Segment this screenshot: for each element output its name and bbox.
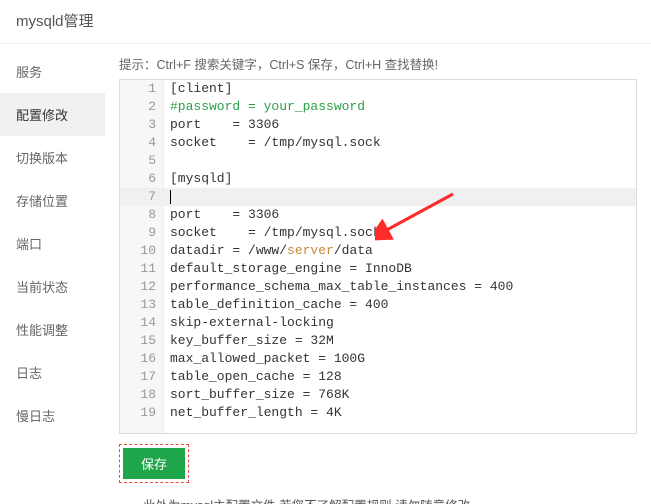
line-number: 16 [120, 350, 164, 368]
line-code: max_allowed_packet = 100G [164, 350, 365, 368]
line-number: 9 [120, 224, 164, 242]
line-code: port = 3306 [164, 206, 279, 224]
sidebar-item-5[interactable]: 当前状态 [0, 265, 105, 308]
editor-line[interactable]: 2#password = your_password [120, 98, 636, 116]
editor-line[interactable]: 13table_definition_cache = 400 [120, 296, 636, 314]
main-area: 提示：Ctrl+F 搜索关键字，Ctrl+S 保存，Ctrl+H 查找替换! 1… [105, 44, 651, 504]
editor-line[interactable]: 3port = 3306 [120, 116, 636, 134]
line-code: socket = /tmp/mysql.sock [164, 224, 381, 242]
line-number: 12 [120, 278, 164, 296]
line-code: port = 3306 [164, 116, 279, 134]
config-editor[interactable]: 1[client]2#password = your_password3port… [119, 79, 637, 434]
line-code: performance_schema_max_table_instances =… [164, 278, 513, 296]
line-code: skip-external-locking [164, 314, 334, 332]
line-number: 19 [120, 404, 164, 422]
editor-lines: 1[client]2#password = your_password3port… [120, 80, 636, 422]
editor-line[interactable]: 15key_buffer_size = 32M [120, 332, 636, 350]
editor-line[interactable]: 12performance_schema_max_table_instances… [120, 278, 636, 296]
editor-line[interactable]: 14skip-external-locking [120, 314, 636, 332]
line-code: table_definition_cache = 400 [164, 296, 388, 314]
line-number: 8 [120, 206, 164, 224]
panel-body: 服务配置修改切换版本存储位置端口当前状态性能调整日志慢日志 提示：Ctrl+F … [0, 44, 651, 504]
line-number: 2 [120, 98, 164, 116]
sidebar-item-0[interactable]: 服务 [0, 50, 105, 93]
line-number: 6 [120, 170, 164, 188]
line-code: table_open_cache = 128 [164, 368, 342, 386]
editor-line[interactable]: 10datadir = /www/server/data [120, 242, 636, 260]
line-number: 1 [120, 80, 164, 98]
sidebar-item-1[interactable]: 配置修改 [0, 93, 105, 136]
line-number: 17 [120, 368, 164, 386]
editor-line[interactable]: 9socket = /tmp/mysql.sock [120, 224, 636, 242]
line-code: [client] [164, 80, 232, 98]
line-number: 10 [120, 242, 164, 260]
line-code: datadir = /www/server/data [164, 242, 373, 260]
line-number: 15 [120, 332, 164, 350]
editor-line[interactable]: 4socket = /tmp/mysql.sock [120, 134, 636, 152]
line-code: socket = /tmp/mysql.sock [164, 134, 381, 152]
editor-line[interactable]: 19net_buffer_length = 4K [120, 404, 636, 422]
editor-line[interactable]: 6[mysqld] [120, 170, 636, 188]
sidebar: 服务配置修改切换版本存储位置端口当前状态性能调整日志慢日志 [0, 44, 105, 504]
editor-line[interactable]: 7 [120, 188, 636, 206]
mysqld-panel: mysqld管理 服务配置修改切换版本存储位置端口当前状态性能调整日志慢日志 提… [0, 0, 651, 502]
note-text: 此处为mysql主配置文件,若您不了解配置规则,请勿随意修改。 [143, 495, 637, 504]
line-code: sort_buffer_size = 768K [164, 386, 349, 404]
line-number: 13 [120, 296, 164, 314]
line-number: 3 [120, 116, 164, 134]
sidebar-item-2[interactable]: 切换版本 [0, 136, 105, 179]
line-number: 18 [120, 386, 164, 404]
sidebar-item-4[interactable]: 端口 [0, 222, 105, 265]
line-code: [mysqld] [164, 170, 232, 188]
line-number: 4 [120, 134, 164, 152]
line-number: 5 [120, 152, 164, 170]
editor-line[interactable]: 5 [120, 152, 636, 170]
editor-line[interactable]: 8port = 3306 [120, 206, 636, 224]
line-number: 7 [120, 188, 164, 206]
editor-line[interactable]: 11default_storage_engine = InnoDB [120, 260, 636, 278]
sidebar-item-3[interactable]: 存储位置 [0, 179, 105, 222]
line-number: 11 [120, 260, 164, 278]
panel-title: mysqld管理 [0, 0, 651, 44]
footer-note: 此处为mysql主配置文件,若您不了解配置规则,请勿随意修改。 [119, 495, 637, 504]
line-code: #password = your_password [164, 98, 365, 116]
editor-hint: 提示：Ctrl+F 搜索关键字，Ctrl+S 保存，Ctrl+H 查找替换! [119, 54, 637, 73]
sidebar-item-8[interactable]: 慢日志 [0, 394, 105, 437]
editor-line[interactable]: 18sort_buffer_size = 768K [120, 386, 636, 404]
line-code: key_buffer_size = 32M [164, 332, 334, 350]
editor-line[interactable]: 1[client] [120, 80, 636, 98]
editor-line[interactable]: 16max_allowed_packet = 100G [120, 350, 636, 368]
sidebar-item-6[interactable]: 性能调整 [0, 308, 105, 351]
line-code [164, 188, 171, 206]
line-code: net_buffer_length = 4K [164, 404, 342, 422]
sidebar-item-7[interactable]: 日志 [0, 351, 105, 394]
save-highlight: 保存 [119, 444, 189, 483]
line-code: default_storage_engine = InnoDB [164, 260, 412, 278]
save-button[interactable]: 保存 [123, 448, 185, 479]
line-number: 14 [120, 314, 164, 332]
text-cursor [170, 190, 171, 204]
editor-line[interactable]: 17table_open_cache = 128 [120, 368, 636, 386]
